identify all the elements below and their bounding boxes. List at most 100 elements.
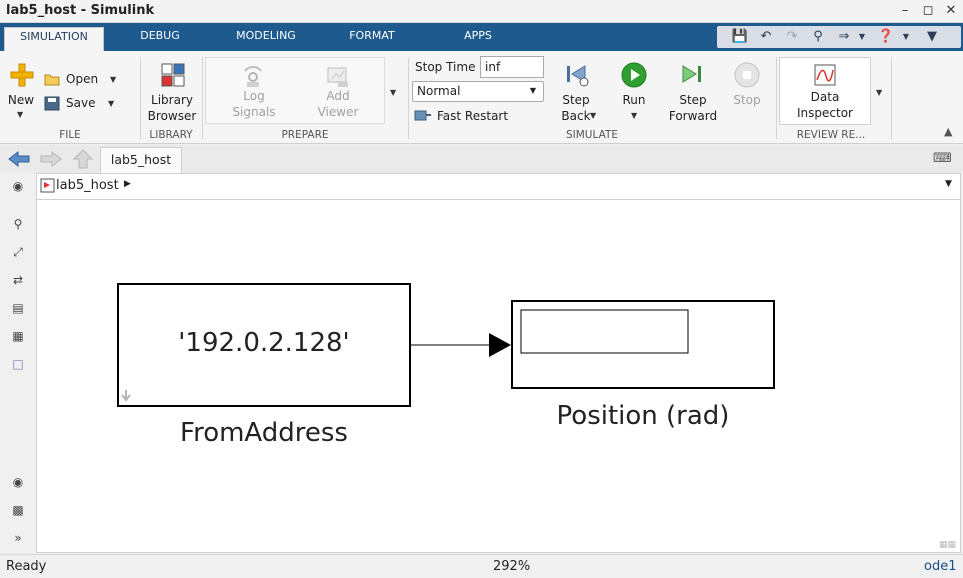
breadcrumb-arrow-icon[interactable]: ▶	[124, 179, 131, 189]
library-browser-label: Library	[151, 93, 193, 107]
ribbon: New ▼ Open ▼ Save ▼ FILE Library Browser…	[0, 51, 963, 144]
save-button[interactable]: Save	[66, 95, 95, 111]
stop-button[interactable]: Stop	[727, 92, 767, 108]
tab-format[interactable]: FORMAT	[334, 27, 410, 51]
chevron-down-icon[interactable]: ▼	[108, 99, 114, 108]
address-path[interactable]: lab5_host	[56, 178, 119, 193]
zoom-level[interactable]: 292%	[493, 559, 530, 574]
group-label-library: LIBRARY	[149, 129, 193, 141]
separator	[140, 57, 141, 139]
new-button[interactable]: New	[4, 92, 38, 108]
from-address-block-text: '192.0.2.128'	[178, 328, 350, 358]
stop-icon	[734, 62, 760, 88]
image-icon[interactable]: ▦	[9, 327, 27, 345]
model-icon	[40, 178, 55, 193]
chevron-down-icon: ▼	[529, 86, 536, 95]
tab-debug[interactable]: DEBUG	[120, 27, 200, 51]
simulation-mode-select[interactable]: Normal ▼	[412, 81, 544, 102]
add-viewer-icon	[327, 67, 348, 87]
annotation-icon[interactable]: ▤	[9, 299, 27, 317]
data-inspector-label-line: Inspector	[797, 106, 853, 120]
add-viewer-button[interactable]: Add Viewer	[310, 88, 366, 120]
camera-icon[interactable]: ◉	[9, 473, 27, 491]
chevron-down-icon[interactable]: ▼	[897, 28, 915, 46]
zoom-icon[interactable]: ⚲	[9, 215, 27, 233]
log-signals-label: Log	[243, 89, 265, 103]
separator	[408, 57, 409, 139]
chevron-down-icon[interactable]: ▼	[945, 179, 952, 189]
chevron-down-icon[interactable]: ▼	[853, 28, 871, 46]
simulation-mode-value: Normal	[417, 84, 461, 98]
chevron-down-icon[interactable]: ▼	[17, 110, 23, 119]
separator	[776, 57, 777, 139]
signal-arrowhead	[489, 333, 511, 357]
chevron-down-icon[interactable]: ▼	[390, 88, 396, 97]
data-inspector-label: Data Inspector	[780, 89, 870, 121]
library-browser-icon	[161, 63, 185, 87]
log-signals-button[interactable]: Log Signals	[226, 88, 282, 120]
resize-grip-icon[interactable]: ▦▦	[939, 540, 956, 550]
run-icon	[621, 62, 647, 88]
back-arrow-icon[interactable]	[8, 150, 30, 168]
collapse-ribbon-icon[interactable]: ▼	[923, 28, 941, 46]
signal-lines-icon[interactable]: ⇄	[9, 271, 27, 289]
redo-icon[interactable]: ↷	[783, 28, 801, 46]
shortcut-icon[interactable]: ⇒	[835, 28, 853, 46]
chevron-down-icon[interactable]: ▼	[631, 111, 637, 120]
step-back-icon	[567, 65, 589, 87]
quick-access-toolbar: 💾 ↶ ↷ ⚲ ⇒ ▼ ❓ ▼ ▼	[717, 26, 961, 48]
from-address-block-name[interactable]: FromAddress	[118, 418, 410, 448]
group-label-file: FILE	[59, 129, 81, 141]
collapse-ribbon-icon[interactable]: ▲	[944, 125, 952, 138]
model-canvas[interactable]: '192.0.2.128' FromAddress Position (rad)…	[36, 200, 961, 553]
library-browser-label: Browser	[147, 109, 197, 123]
area-icon[interactable]: □	[9, 355, 27, 373]
chevron-down-icon[interactable]: ▼	[876, 88, 882, 97]
property-inspector-icon[interactable]: ▩	[9, 501, 27, 519]
help-icon[interactable]: ❓	[877, 28, 895, 46]
library-browser-button[interactable]: Library Browser	[144, 92, 200, 124]
fit-to-view-icon[interactable]: ⤢	[9, 243, 27, 261]
hide-browser-icon[interactable]: ◉	[9, 177, 27, 195]
fast-restart-button[interactable]: Fast Restart	[437, 108, 508, 124]
solver-link[interactable]: ode1	[924, 559, 956, 574]
forward-arrow-icon[interactable]	[40, 150, 62, 168]
tab-modeling[interactable]: MODELING	[222, 27, 310, 51]
group-label-prepare: PREPARE	[281, 129, 329, 141]
open-folder-icon	[44, 74, 60, 86]
undo-icon[interactable]: ↶	[757, 28, 775, 46]
step-forward-button[interactable]: Step Forward	[664, 92, 722, 124]
window-title: lab5_host - Simulink	[6, 3, 155, 18]
title-bar: lab5_host - Simulink – ◻ ✕	[0, 0, 963, 23]
stop-time-label: Stop Time	[415, 60, 476, 74]
step-back-label: Step	[562, 93, 590, 107]
keyboard-icon[interactable]: ⌨	[933, 151, 952, 166]
data-inspector-button[interactable]: Data Inspector	[779, 57, 871, 125]
tab-simulation[interactable]: SIMULATION	[4, 27, 104, 51]
step-forward-label: Step	[679, 93, 707, 107]
separator	[891, 57, 892, 139]
step-forward-label: Forward	[668, 109, 718, 123]
run-button[interactable]: Run	[614, 92, 654, 108]
maximize-icon[interactable]: ◻	[919, 2, 937, 20]
status-text: Ready	[6, 559, 47, 574]
chevron-down-icon[interactable]: ▼	[590, 111, 596, 120]
tab-apps[interactable]: APPS	[448, 27, 508, 51]
search-icon[interactable]: ⚲	[809, 28, 827, 46]
tab-model[interactable]: lab5_host	[100, 147, 182, 173]
minimize-icon[interactable]: –	[896, 2, 914, 20]
new-icon	[10, 63, 34, 87]
open-button[interactable]: Open	[66, 71, 98, 87]
up-arrow-icon[interactable]	[73, 149, 93, 169]
group-label-simulate: SIMULATE	[565, 129, 618, 141]
chevron-down-icon[interactable]: ▼	[110, 75, 116, 84]
expand-toolbar-icon[interactable]: »	[9, 529, 27, 547]
log-signals-label: Signals	[232, 105, 276, 119]
display-block-name[interactable]: Position (rad)	[492, 401, 794, 431]
close-icon[interactable]: ✕	[942, 2, 960, 20]
stop-time-input[interactable]: inf	[480, 56, 544, 78]
save-icon[interactable]: 💾	[731, 28, 749, 46]
left-toolbar: ◉ ⚲ ⤢ ⇄ ▤ ▦ □ ◉ ▩ »	[0, 173, 36, 553]
status-bar: Ready 292% ode1	[0, 554, 963, 578]
separator	[202, 57, 203, 139]
